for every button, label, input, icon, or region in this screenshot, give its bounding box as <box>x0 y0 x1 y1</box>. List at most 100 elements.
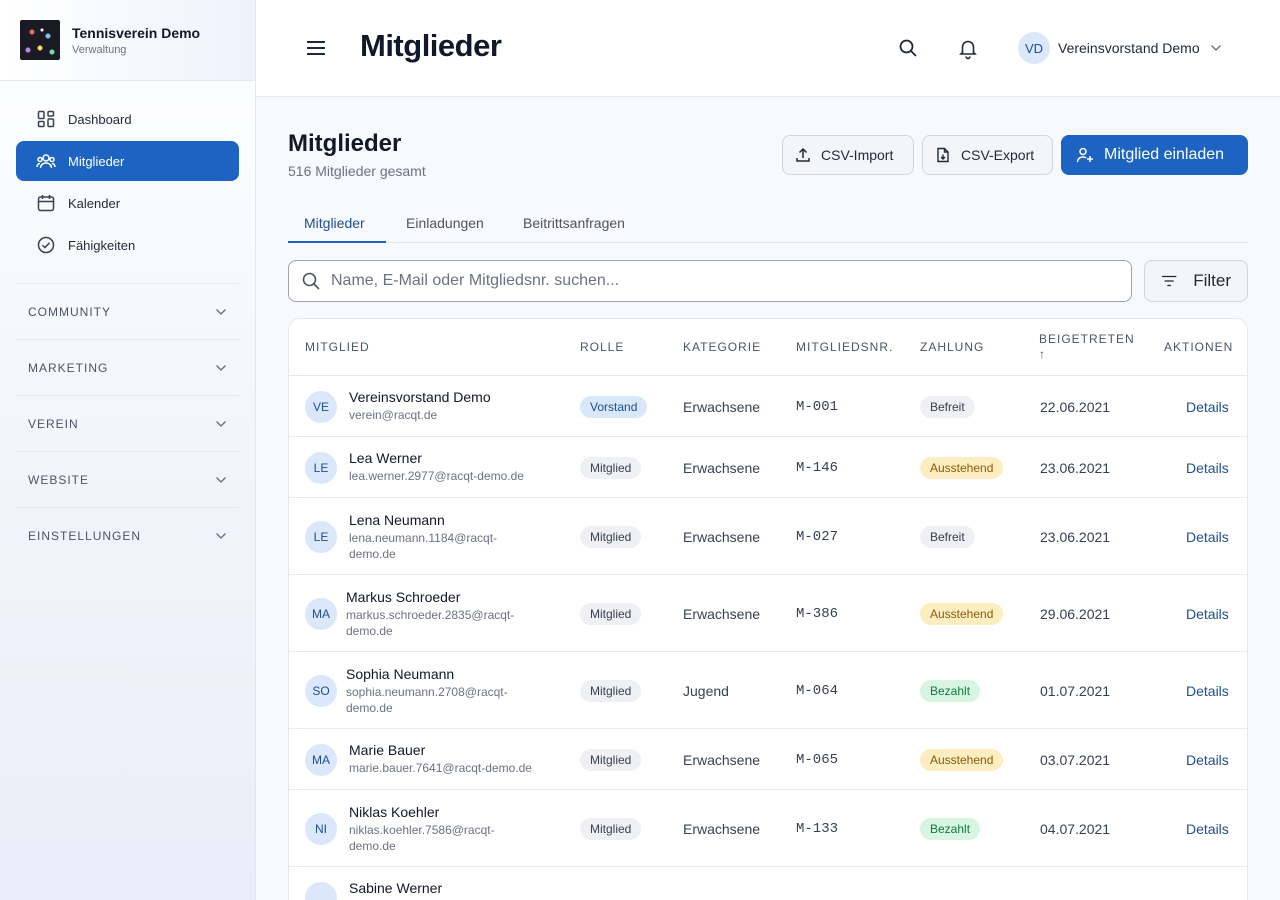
member-email-line: lena.neumann.1184@racqt- <box>349 531 498 545</box>
details-link[interactable]: Details <box>1186 752 1229 768</box>
column-header[interactable]: MITGLIEDSNR. <box>796 340 893 354</box>
details-link[interactable]: Details <box>1186 606 1229 622</box>
column-header[interactable]: AKTIONEN <box>1164 340 1233 354</box>
member-number: M-133 <box>796 821 839 837</box>
member-email: markus.schroeder.2835@racqt-demo.de <box>346 607 566 639</box>
avatar: LE <box>305 521 337 553</box>
users-icon <box>36 151 56 171</box>
tab-einladungen[interactable]: Einladungen <box>406 215 484 231</box>
bell-icon[interactable] <box>956 36 980 60</box>
csv-export-button[interactable]: CSV-Export <box>922 135 1053 175</box>
column-header[interactable]: MITGLIED <box>305 340 370 354</box>
section-label: MARKETING <box>28 360 109 375</box>
member-category: Erwachsene <box>683 399 761 415</box>
sidebar-item-kalender[interactable]: Kalender <box>16 183 239 223</box>
user-name: Vereinsvorstand Demo <box>1058 40 1200 56</box>
table-body: VE Vereinsvorstand Demo verein@racqt.de Vor… <box>289 376 1247 900</box>
member-name: Markus Schroeder <box>346 589 461 605</box>
member-category: Erwachsene <box>683 606 761 622</box>
table-row[interactable]: Sabine Werner <box>289 867 1247 900</box>
table-row[interactable]: LE Lea Werner lea.werner.2977@racqt-demo.d… <box>289 437 1247 498</box>
role-badge: Mitglied <box>580 818 642 840</box>
table-row[interactable]: MA Markus Schroeder markus.schroeder.2835@… <box>289 575 1247 652</box>
avatar: VD <box>1018 32 1050 64</box>
members-table: MITGLIED ROLLE KATEGORIE MITGLIEDSNR. ZA… <box>288 318 1248 900</box>
table-row[interactable]: VE Vereinsvorstand Demo verein@racqt.de Vor… <box>289 376 1247 437</box>
table-row[interactable]: MA Marie Bauer marie.bauer.7641@racqt-demo… <box>289 729 1247 790</box>
table-row[interactable]: NI Niklas Koehler niklas.koehler.7586@racq… <box>289 790 1247 867</box>
section-einstellungen[interactable]: EINSTELLUNGEN <box>16 508 239 564</box>
csv-import-label: CSV-Import <box>821 147 894 163</box>
member-email-line: markus.schroeder.2835@racqt- <box>346 608 515 622</box>
sidebar-item-faehigkeiten[interactable]: Fähigkeiten <box>16 225 239 265</box>
member-name: Lea Werner <box>349 450 422 466</box>
section-label: VEREIN <box>28 416 79 431</box>
sidebar: Tennisverein Demo Verwaltung Dashboard M… <box>0 0 256 900</box>
member-email: marie.bauer.7641@racqt-demo.de <box>349 760 569 776</box>
section-marketing[interactable]: MARKETING <box>16 340 239 396</box>
chevron-down-icon <box>215 361 227 375</box>
table-row[interactable]: LE Lena Neumann lena.neumann.1184@racqt-de… <box>289 498 1247 575</box>
avatar: NI <box>305 813 337 845</box>
column-header[interactable]: ZAHLUNG <box>920 340 984 354</box>
search-icon[interactable] <box>896 36 920 60</box>
details-link[interactable]: Details <box>1186 529 1229 545</box>
member-email-line: lea.werner.2977@racqt-demo.de <box>349 469 524 483</box>
avatar: MA <box>305 598 337 630</box>
join-date: 22.06.2021 <box>1040 399 1111 415</box>
user-menu[interactable]: VD Vereinsvorstand Demo <box>1018 32 1222 64</box>
member-email: niklas.koehler.7586@racqt-demo.de <box>349 822 569 854</box>
section-community[interactable]: COMMUNITY <box>16 284 239 340</box>
invite-member-label: Mitglied einladen <box>1104 146 1225 163</box>
member-email: lena.neumann.1184@racqt-demo.de <box>349 530 569 562</box>
role-badge: Vorstand <box>580 396 648 418</box>
member-name: Lena Neumann <box>349 512 445 528</box>
tab-mitglieder[interactable]: Mitglieder <box>304 215 365 231</box>
avatar: MA <box>305 744 337 776</box>
top-header: Mitglieder VD Vereinsvorstand Demo <box>256 0 1280 97</box>
page-title: Mitglieder <box>360 28 502 63</box>
member-category: Erwachsene <box>683 821 761 837</box>
details-link[interactable]: Details <box>1186 683 1229 699</box>
brand[interactable]: Tennisverein Demo Verwaltung <box>0 0 255 81</box>
details-link[interactable]: Details <box>1186 399 1229 415</box>
menu-icon[interactable] <box>304 36 328 60</box>
member-category: Erwachsene <box>683 460 761 476</box>
section-website[interactable]: WEBSITE <box>16 452 239 508</box>
invite-member-button[interactable]: Mitglied einladen <box>1061 135 1248 175</box>
column-header[interactable]: BEIGETRETEN <box>1039 332 1135 346</box>
member-email-line: marie.bauer.7641@racqt-demo.de <box>349 761 532 775</box>
details-link[interactable]: Details <box>1186 460 1229 476</box>
avatar <box>305 882 337 900</box>
table-row[interactable]: SO Sophia Neumann sophia.neumann.2708@racq… <box>289 652 1247 729</box>
sort-ascending-icon[interactable]: ↑ <box>1039 347 1046 361</box>
search-input[interactable] <box>331 272 1111 290</box>
section-label: COMMUNITY <box>28 304 111 319</box>
member-email-line: demo.de <box>349 839 396 853</box>
sidebar-item-label: Dashboard <box>68 111 132 127</box>
filter-icon <box>1161 275 1177 287</box>
tab-bar: Mitglieder Einladungen Beitrittsanfragen <box>288 205 1248 243</box>
section-title: Mitglieder <box>288 130 402 157</box>
section-label: EINSTELLUNGEN <box>28 529 142 543</box>
role-badge: Mitglied <box>580 457 642 479</box>
column-header[interactable]: ROLLE <box>580 340 624 354</box>
club-logo <box>20 20 60 60</box>
sidebar-nav: Dashboard Mitglieder Kalender Fähigkeite… <box>0 81 255 265</box>
avatar: VE <box>305 391 337 423</box>
sidebar-item-mitglieder[interactable]: Mitglieder <box>16 141 239 181</box>
column-header[interactable]: KATEGORIE <box>683 340 761 354</box>
sidebar-item-dashboard[interactable]: Dashboard <box>16 99 239 139</box>
tab-beitrittsanfragen[interactable]: Beitrittsanfragen <box>523 215 625 231</box>
member-name: Sophia Neumann <box>346 666 455 682</box>
csv-import-button[interactable]: CSV-Import <box>782 135 914 175</box>
member-email-line: verein@racqt.de <box>349 408 438 422</box>
section-verein[interactable]: VEREIN <box>16 396 239 452</box>
member-email: verein@racqt.de <box>349 407 569 423</box>
table-header: MITGLIED ROLLE KATEGORIE MITGLIEDSNR. ZA… <box>289 319 1247 376</box>
upload-icon <box>796 147 810 162</box>
details-link[interactable]: Details <box>1186 821 1229 837</box>
filter-button[interactable]: Filter <box>1144 260 1248 302</box>
chevron-down-icon <box>215 473 227 487</box>
join-date: 03.07.2021 <box>1040 752 1111 768</box>
